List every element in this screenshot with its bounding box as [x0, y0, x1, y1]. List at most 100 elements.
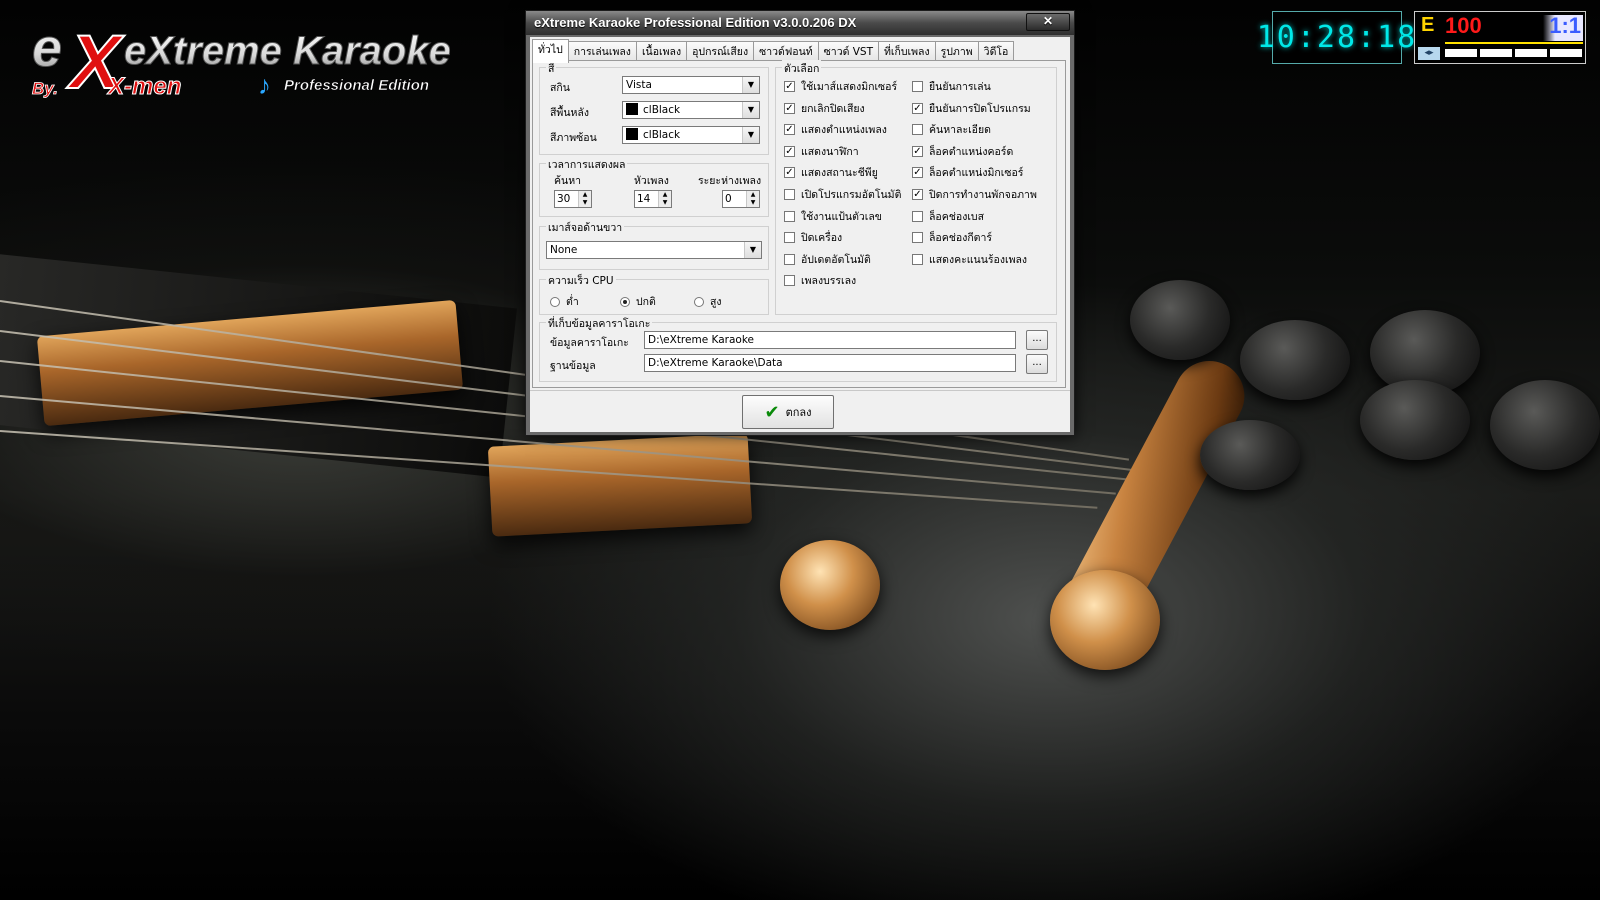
music-note-icon: ♪	[258, 71, 271, 100]
option-checkbox[interactable]: ใช้งานแป้นตัวเลข	[784, 208, 882, 225]
song-gap-stepper[interactable]: 0 ▲ ▼	[722, 190, 760, 208]
background-color-select[interactable]: clBlack ▼	[622, 101, 760, 119]
checkbox-indicator: ✓	[784, 145, 795, 157]
guitar-bridge-post	[780, 540, 880, 630]
dialog-titlebar[interactable]: eXtreme Karaoke Professional Edition v3.…	[526, 11, 1074, 35]
option-checkbox[interactable]: ✓ ปิดการทำงานพักจอภาพ	[912, 186, 1037, 203]
spin-arrows-icon[interactable]: ▲ ▼	[746, 191, 759, 207]
level-bar	[1550, 49, 1582, 57]
browse-database-button[interactable]: ...	[1026, 354, 1048, 374]
spin-arrows-icon[interactable]: ▲ ▼	[658, 191, 671, 207]
tab-lyrics[interactable]: เนื้อเพลง	[635, 41, 688, 62]
tab-pictures[interactable]: รูปภาพ	[934, 41, 979, 62]
spin-arrows-icon[interactable]: ▲ ▼	[578, 191, 591, 207]
app-logo: e X eXtreme Karaoke By. X-men ♪ Professi…	[32, 18, 451, 105]
skin-select-value: Vista	[626, 79, 652, 91]
browse-karaoke-button[interactable]: ...	[1026, 330, 1048, 350]
option-checkbox[interactable]: ค้นหาละเอียด	[912, 121, 991, 138]
color-swatch	[626, 103, 638, 115]
background-color-value: clBlack	[643, 104, 681, 116]
skin-label: สกิน	[550, 82, 570, 94]
search-time-stepper[interactable]: 30 ▲ ▼	[554, 190, 592, 208]
option-label: เปิดโปรแกรมอัตโนมัติ	[801, 189, 902, 201]
option-label: แสดงตำแหน่งเพลง	[801, 124, 887, 137]
level-bar	[1515, 49, 1547, 57]
checkbox-indicator	[784, 189, 795, 200]
option-checkbox[interactable]: เปิดโปรแกรมอัตโนมัติ	[784, 186, 901, 203]
guitar-knob	[1360, 380, 1470, 460]
options-group: ตัวเลือก ✓ ใช้เมาส์แสดงมิกเซอร์ ✓ ยกเลิกปิด…	[775, 60, 1057, 315]
display-time-group: เวลาการแสดงผล ค้นหา 30 ▲ ▼ หัวเพลง 14 ▲ ▼ …	[539, 156, 769, 217]
option-checkbox[interactable]: แสดงคะแนนร้องเพลง	[912, 251, 1027, 268]
mode-indicator: E	[1421, 14, 1435, 36]
option-checkbox[interactable]: ✓ แสดงตำแหน่งเพลง	[784, 121, 887, 138]
option-checkbox[interactable]: ✓ ล็อคตำแหน่งมิกเซอร์	[912, 164, 1023, 181]
cpu-normal-radio[interactable]: ปกติ	[620, 293, 656, 310]
guitar-knob	[1490, 380, 1600, 470]
right-mouse-select[interactable]: None ▼	[546, 241, 762, 259]
svg-text:e: e	[32, 18, 62, 78]
option-checkbox[interactable]: อัปเดตอัตโนมัติ	[784, 251, 871, 268]
search-time-value: 30	[557, 193, 571, 205]
karaoke-data-path: D:\eXtreme Karaoke	[648, 334, 754, 346]
option-label: ค้นหาละเอียด	[929, 124, 991, 137]
option-label: ใช้งานแป้นตัวเลข	[801, 210, 882, 223]
logo-main-text: eXtreme Karaoke	[124, 29, 450, 73]
option-label: แสดงนาฬิกา	[801, 145, 859, 158]
tab-sound-vst[interactable]: ซาวด์ VST	[817, 41, 880, 62]
checkbox-indicator	[784, 210, 795, 222]
checkbox-indicator	[784, 253, 795, 265]
cpu-speed-title: ความเร็ว CPU	[546, 272, 616, 289]
option-label: แสดงสถานะชีพียู	[801, 167, 878, 180]
svg-text:By.: By.	[32, 79, 58, 98]
checkbox-indicator: ✓	[912, 189, 923, 200]
key-ratio-readout: 1:1	[1549, 13, 1581, 38]
guitar-bridge-post	[1050, 570, 1160, 670]
chevron-down-icon: ▼	[742, 102, 759, 118]
option-checkbox[interactable]: ล็อคช่องเบส	[912, 208, 984, 225]
chevron-down-icon: ▼	[742, 77, 759, 93]
option-checkbox[interactable]: ยืนยันการเล่น	[912, 78, 991, 95]
option-label: ล็อคตำแหน่งคอร์ด	[929, 145, 1014, 158]
tab-video[interactable]: วิดีโอ	[977, 41, 1015, 62]
tab-general[interactable]: ทั่วไป	[532, 39, 569, 63]
option-checkbox[interactable]: ✓ แสดงสถานะชีพียู	[784, 164, 878, 181]
cpu-low-radio[interactable]: ต่ำ	[550, 293, 579, 310]
skin-select[interactable]: Vista ▼	[622, 76, 760, 94]
tab-song-storage[interactable]: ที่เก็บเพลง	[878, 41, 936, 62]
status-divider	[1445, 42, 1583, 44]
cpu-high-label: สูง	[710, 296, 722, 308]
overlay-color-select[interactable]: clBlack ▼	[622, 126, 760, 144]
ok-button-label: ตกลง	[785, 406, 812, 419]
karaoke-data-path-field[interactable]: D:\eXtreme Karaoke	[644, 331, 1016, 349]
option-label: ล็อคตำแหน่งมิกเซอร์	[929, 167, 1024, 180]
option-checkbox[interactable]: ✓ ยืนยันการปิดโปรแกรม	[912, 100, 1031, 117]
option-checkbox[interactable]: ✓ ยกเลิกปิดเสียง	[784, 100, 865, 117]
color-group: สี สกิน Vista ▼ สีพื้นหลัง clBlack ▼ สีภ…	[539, 60, 769, 155]
option-checkbox[interactable]: ✓ แสดงนาฬิกา	[784, 143, 859, 160]
tab-soundfont[interactable]: ซาวด์ฟอนท์	[753, 41, 819, 62]
option-label: ปิดการทำงานพักจอภาพ	[929, 189, 1037, 201]
option-checkbox[interactable]: ✓ ใช้เมาส์แสดงมิกเซอร์	[784, 78, 897, 95]
checkbox-indicator	[912, 81, 923, 92]
speaker-icon: ◂▸	[1418, 47, 1440, 60]
cpu-high-radio[interactable]: สูง	[694, 293, 722, 310]
title-time-stepper[interactable]: 14 ▲ ▼	[634, 190, 672, 208]
right-mouse-value: None	[550, 244, 578, 256]
option-checkbox[interactable]: ✓ ล็อคตำแหน่งคอร์ด	[912, 143, 1013, 160]
chevron-down-icon: ▼	[744, 242, 761, 258]
tab-playback[interactable]: การเล่นเพลง	[567, 41, 637, 62]
level-bar	[1480, 49, 1512, 57]
dialog-button-bar: ✔ ตกลง	[530, 390, 1070, 432]
database-label: ฐานข้อมูล	[550, 360, 596, 372]
option-checkbox[interactable]: เพลงบรรเลง	[784, 272, 856, 289]
close-button[interactable]: ✕	[1026, 13, 1070, 31]
color-swatch	[626, 128, 638, 140]
overlay-color-value: clBlack	[643, 129, 681, 141]
tab-audio-devices[interactable]: อุปกรณ์เสียง	[686, 41, 755, 62]
option-checkbox[interactable]: ล็อคช่องกีตาร์	[912, 229, 992, 246]
ok-button[interactable]: ✔ ตกลง	[742, 395, 834, 429]
radio-indicator	[550, 296, 560, 307]
database-path-field[interactable]: D:\eXtreme Karaoke\Data	[644, 354, 1016, 372]
option-checkbox[interactable]: ปิดเครื่อง	[784, 229, 842, 246]
